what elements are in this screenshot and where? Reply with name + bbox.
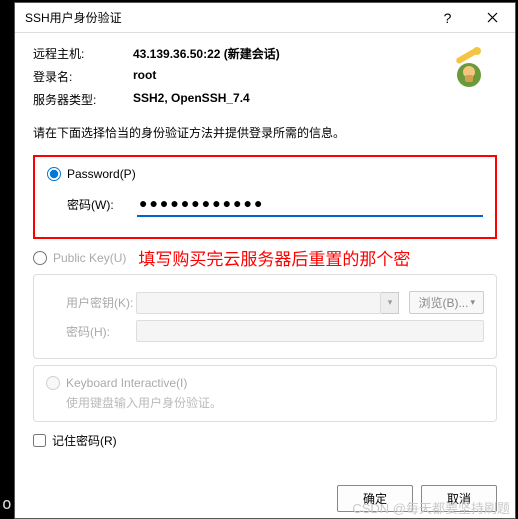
- password-radio-row[interactable]: Password(P): [47, 167, 483, 181]
- user-key-label: 用户密钥(K):: [46, 294, 136, 311]
- password-section-highlight: Password(P) 密码(W):: [33, 155, 497, 239]
- pk-password-input: [136, 320, 484, 342]
- keyboard-group: Keyboard Interactive(I) 使用键盘输入用户身份验证。: [33, 365, 497, 422]
- ssh-auth-dialog: SSH用户身份验证 ? 远程主机: 43.139.36.50:22 (新建会话)…: [14, 2, 516, 519]
- login-value: root: [133, 68, 156, 85]
- cancel-button[interactable]: 取消: [421, 485, 497, 512]
- remote-host-label: 远程主机:: [33, 45, 133, 62]
- password-input[interactable]: [137, 191, 483, 217]
- password-radio-label: Password(P): [67, 167, 136, 181]
- instruction-text: 请在下面选择恰当的身份验证方法并提供登录所需的信息。: [33, 124, 497, 141]
- keyboard-radio-row[interactable]: Keyboard Interactive(I): [46, 376, 484, 390]
- keyboard-subtext: 使用键盘输入用户身份验证。: [46, 394, 484, 411]
- publickey-radio[interactable]: [33, 251, 47, 265]
- keyboard-radio-label: Keyboard Interactive(I): [66, 376, 187, 390]
- remember-label: 记住密码(R): [52, 432, 117, 449]
- password-field-row: 密码(W):: [47, 191, 483, 217]
- help-button[interactable]: ?: [425, 3, 470, 33]
- login-label: 登录名:: [33, 68, 133, 85]
- server-type-label: 服务器类型:: [33, 91, 133, 108]
- close-button[interactable]: [470, 3, 515, 33]
- pk-password-row: 密码(H):: [46, 320, 484, 342]
- user-key-dropdown-icon: ▾: [381, 292, 399, 314]
- password-label: 密码(W):: [47, 196, 137, 213]
- server-type-value: SSH2, OpenSSH_7.4: [133, 91, 250, 108]
- remember-checkbox[interactable]: [33, 434, 46, 447]
- titlebar: SSH用户身份验证 ?: [15, 3, 515, 33]
- dialog-content: 远程主机: 43.139.36.50:22 (新建会话) 登录名: root 服…: [15, 33, 515, 475]
- user-key-row: 用户密钥(K): ▾ 浏览(B)...▾: [46, 291, 484, 314]
- dialog-buttons: 确定 取消: [15, 475, 515, 518]
- titlebar-text: SSH用户身份验证: [25, 9, 425, 26]
- publickey-group: 用户密钥(K): ▾ 浏览(B)...▾ 密码(H):: [33, 274, 497, 359]
- ok-button[interactable]: 确定: [337, 485, 413, 512]
- pk-password-label: 密码(H):: [46, 323, 136, 340]
- server-type-row: 服务器类型: SSH2, OpenSSH_7.4: [33, 91, 497, 108]
- annotation-text: 填写购买完云服务器后重置的那个密: [138, 245, 410, 270]
- publickey-radio-label: Public Key(U): [53, 251, 126, 265]
- publickey-radio-row[interactable]: Public Key(U): [33, 251, 126, 265]
- keyboard-radio: [46, 376, 60, 390]
- remote-host-value: 43.139.36.50:22 (新建会话): [133, 45, 280, 62]
- key-icon: [447, 47, 491, 91]
- password-radio[interactable]: [47, 167, 61, 181]
- remote-host-row: 远程主机: 43.139.36.50:22 (新建会话): [33, 45, 497, 62]
- user-key-input: [136, 292, 381, 314]
- login-row: 登录名: root: [33, 68, 497, 85]
- browse-button: 浏览(B)...▾: [409, 291, 484, 314]
- remember-row[interactable]: 记住密码(R): [33, 432, 497, 449]
